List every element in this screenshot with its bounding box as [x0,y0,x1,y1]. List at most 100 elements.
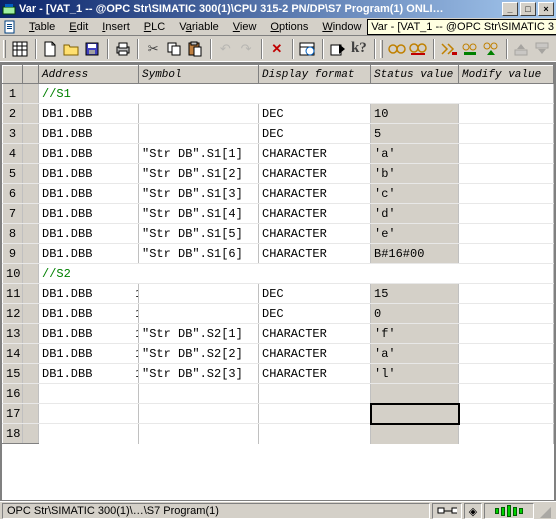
table-row[interactable]: 14DB1.DBB 15"Str DB".S2[2]CHARACTER'a' [3,344,554,364]
cell-status[interactable]: 10 [371,104,459,124]
cell-status[interactable]: 'a' [371,344,459,364]
cell-empty[interactable] [371,404,459,424]
table-row[interactable]: 16 [3,384,554,404]
row-number[interactable]: 14 [3,344,23,364]
table-row[interactable]: 13DB1.DBB 14"Str DB".S2[1]CHARACTER'f' [3,324,554,344]
row-number[interactable]: 12 [3,304,23,324]
cell-symbol[interactable] [139,304,259,324]
table-row[interactable]: 6DB1.DBB 4"Str DB".S1[3]CHARACTER'c' [3,184,554,204]
cell-modify[interactable] [459,124,554,144]
cell-status[interactable]: B#16#00 [371,244,459,264]
cell-address[interactable]: DB1.DBB 0 [39,104,139,124]
row-flag[interactable] [23,184,39,204]
glasses2-icon[interactable] [408,38,428,60]
col-symbol[interactable]: Symbol [139,66,259,84]
row-flag[interactable] [23,204,39,224]
table-row[interactable]: 10//S2 [3,264,554,284]
row-flag[interactable] [23,344,39,364]
row-flag[interactable] [23,104,39,124]
table-row[interactable]: 1//S1 [3,84,554,104]
cell-modify[interactable] [459,244,554,264]
col-rownum[interactable] [3,66,23,84]
new-icon[interactable] [41,38,61,60]
cell-format[interactable]: DEC [259,124,371,144]
row-flag[interactable] [23,404,39,424]
cell-format[interactable]: CHARACTER [259,244,371,264]
cell-status[interactable]: 'l' [371,364,459,384]
menu-insert[interactable]: Insert [95,20,137,34]
close-button[interactable]: × [538,2,554,16]
row-flag[interactable] [23,84,39,104]
cell-symbol[interactable] [139,104,259,124]
help-icon[interactable]: k? [349,38,369,60]
row-flag[interactable] [23,324,39,344]
row-flag[interactable] [23,384,39,404]
cell-symbol[interactable]: "Str DB".S1[6] [139,244,259,264]
row-flag[interactable] [23,224,39,244]
cell-format[interactable]: DEC [259,284,371,304]
row-flag[interactable] [23,164,39,184]
paste-icon[interactable] [185,38,205,60]
cell-symbol[interactable]: "Str DB".S2[1] [139,324,259,344]
redo-icon[interactable]: ↷ [236,38,256,60]
write-all-icon[interactable] [481,38,501,60]
cell-address[interactable]: DB1.DBB 6 [39,224,139,244]
cell-format[interactable]: CHARACTER [259,144,371,164]
info-icon[interactable] [328,38,348,60]
download-icon[interactable] [532,38,552,60]
table-row[interactable]: 4DB1.DBB 2"Str DB".S1[1]CHARACTER'a' [3,144,554,164]
row-number[interactable]: 9 [3,244,23,264]
cell-modify[interactable] [459,144,554,164]
upload-icon[interactable] [512,38,532,60]
row-number[interactable]: 18 [3,424,23,444]
cell-status[interactable]: 'a' [371,144,459,164]
cell-format[interactable]: CHARACTER [259,224,371,244]
row-flag[interactable] [23,364,39,384]
cell-empty[interactable] [139,404,259,424]
row-flag[interactable] [23,304,39,324]
cell-modify[interactable] [459,364,554,384]
cell-empty[interactable] [259,384,371,404]
cell-format[interactable]: CHARACTER [259,364,371,384]
cell-status[interactable]: 'd' [371,204,459,224]
cell-symbol[interactable]: "Str DB".S1[4] [139,204,259,224]
cell-empty[interactable] [371,384,459,404]
table-row[interactable]: 11 DB1.DBB 12 DEC15 [3,284,554,304]
table-row[interactable]: 18 [3,424,554,444]
print-icon[interactable] [113,38,133,60]
row-number[interactable]: 11 [3,284,23,304]
cell-address[interactable]: DB1.DBB 7 [39,244,139,264]
undo-icon[interactable]: ↶ [216,38,236,60]
col-format[interactable]: Display format [259,66,371,84]
cell-status[interactable]: 'b' [371,164,459,184]
cell-address[interactable]: DB1.DBB 2 [39,144,139,164]
cell-address[interactable]: DB1.DBB 12 [39,284,139,304]
menu-window[interactable]: Window [315,20,368,34]
cell-format[interactable]: CHARACTER [259,324,371,344]
row-flag[interactable] [23,144,39,164]
menu-table[interactable]: Table [22,20,62,34]
row-number[interactable]: 5 [3,164,23,184]
goto-icon[interactable] [298,38,318,60]
cell-empty[interactable] [459,424,554,444]
cell-empty[interactable] [39,404,139,424]
cell-status[interactable]: 'e' [371,224,459,244]
minimize-button[interactable]: _ [502,2,518,16]
menu-plc[interactable]: PLC [137,20,172,34]
cell-modify[interactable] [459,344,554,364]
cell-status[interactable]: 15 [371,284,459,304]
cell-address[interactable]: DB1.DBB 14 [39,324,139,344]
delete-icon[interactable]: ✕ [267,38,287,60]
row-number[interactable]: 7 [3,204,23,224]
maximize-button[interactable]: □ [520,2,536,16]
table-row[interactable]: 8DB1.DBB 6"Str DB".S1[5]CHARACTER'e' [3,224,554,244]
row-number[interactable]: 3 [3,124,23,144]
cell-address[interactable]: DB1.DBB 3 [39,164,139,184]
table-row[interactable]: 7DB1.DBB 5"Str DB".S1[4]CHARACTER'd' [3,204,554,224]
cell-modify[interactable] [459,204,554,224]
cell-symbol[interactable]: "Str DB".S1[3] [139,184,259,204]
grid-icon[interactable] [10,38,30,60]
glasses-icon[interactable] [387,38,407,60]
cell-modify[interactable] [459,164,554,184]
cell-comment[interactable]: //S1 [39,84,554,104]
